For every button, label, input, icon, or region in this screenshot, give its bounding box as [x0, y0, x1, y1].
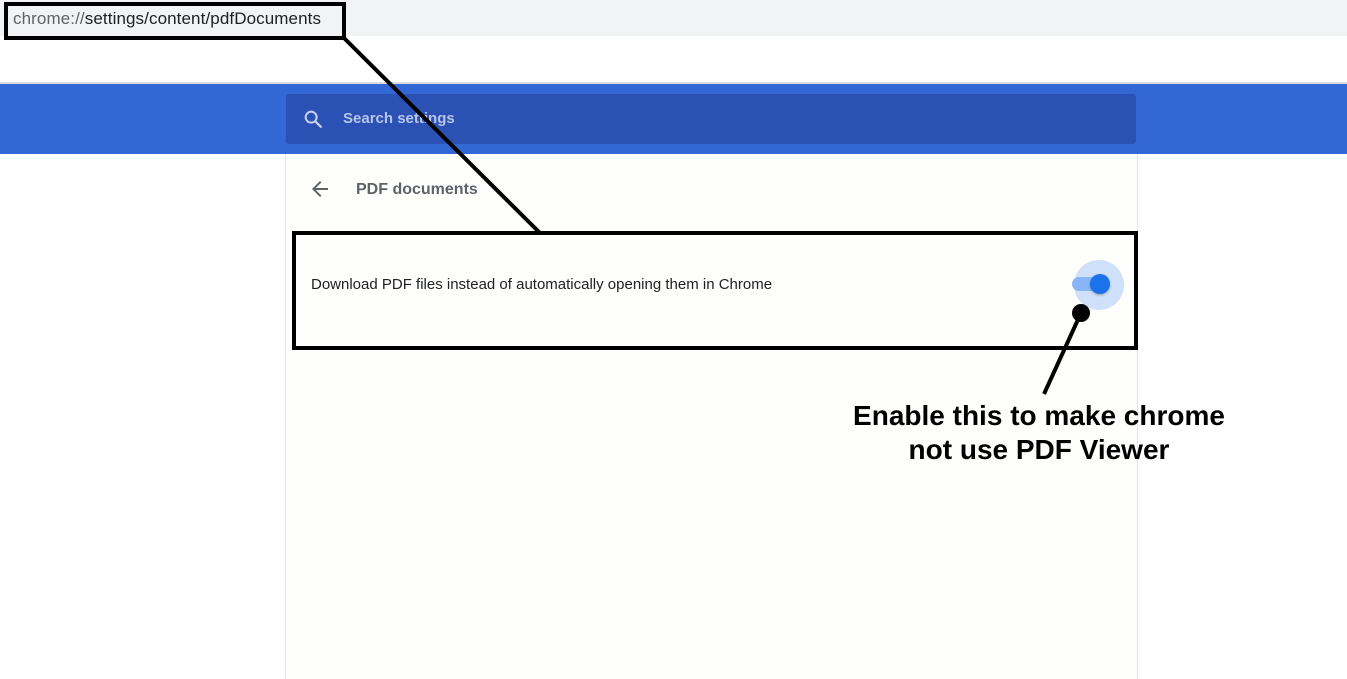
page-title: PDF documents: [356, 181, 478, 198]
setting-label: Download PDF files instead of automatica…: [311, 276, 773, 293]
url-text[interactable]: chrome://settings/content/pdfDocuments: [13, 9, 321, 29]
download-pdf-toggle[interactable]: [1061, 260, 1124, 310]
url-path: settings/content/pdfDocuments: [84, 9, 322, 28]
settings-card: PDF documents Download PDF files instead…: [285, 154, 1138, 679]
toggle-knob[interactable]: [1090, 274, 1110, 294]
url-scheme: chrome://: [13, 9, 85, 28]
search-placeholder: Search settings: [343, 110, 455, 127]
back-arrow-icon[interactable]: [308, 177, 332, 201]
search-input[interactable]: Search settings: [286, 94, 1136, 144]
settings-header: Search settings: [0, 84, 1347, 154]
search-icon: [304, 110, 322, 128]
address-bar[interactable]: chrome://settings/content/pdfDocuments: [0, 0, 1347, 36]
